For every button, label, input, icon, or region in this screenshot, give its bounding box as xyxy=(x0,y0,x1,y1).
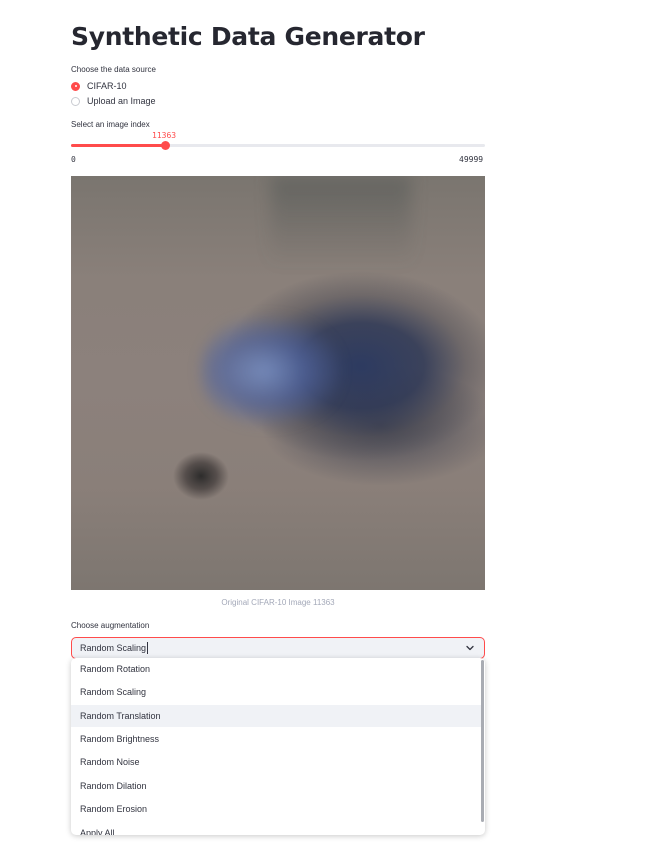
data-source-label: Choose the data source xyxy=(71,65,156,74)
slider-max-label: 49999 xyxy=(459,155,484,164)
option-random-dilation[interactable]: Random Dilation xyxy=(71,775,481,797)
option-apply-all[interactable]: Apply All xyxy=(71,822,481,835)
radio-unchecked-icon[interactable] xyxy=(71,96,80,106)
slider-min-label: 0 xyxy=(71,155,76,164)
slider-value: 11363 xyxy=(152,131,177,140)
augmentation-select[interactable]: Random Scaling xyxy=(71,637,485,659)
image-index-label: Select an image index xyxy=(71,120,150,129)
augmentation-select-value[interactable]: Random Scaling xyxy=(80,643,146,653)
augmentation-label: Choose augmentation xyxy=(71,621,150,630)
radio-checked-icon[interactable] xyxy=(71,81,80,91)
slider-fill xyxy=(71,144,165,147)
text-caret xyxy=(147,642,149,654)
slider-thumb[interactable] xyxy=(160,141,170,150)
cifar-image xyxy=(71,176,485,590)
radio-cifar10[interactable]: CIFAR-10 xyxy=(71,79,127,93)
image-index-slider[interactable] xyxy=(71,141,485,150)
option-random-scaling[interactable]: Random Scaling xyxy=(71,681,481,703)
radio-cifar10-label: CIFAR-10 xyxy=(87,81,127,91)
option-random-translation[interactable]: Random Translation xyxy=(71,705,481,727)
radio-upload-image-label: Upload an Image xyxy=(87,96,156,106)
augmentation-dropdown-menu: Random Rotation Random Scaling Random Tr… xyxy=(71,658,485,835)
image-caption: Original CIFAR-10 Image 11363 xyxy=(221,598,335,607)
radio-upload-image[interactable]: Upload an Image xyxy=(71,94,156,108)
option-random-rotation[interactable]: Random Rotation xyxy=(71,658,481,680)
chevron-down-icon[interactable] xyxy=(465,643,475,653)
page-title: Synthetic Data Generator xyxy=(71,22,425,51)
option-random-erosion[interactable]: Random Erosion xyxy=(71,798,481,820)
option-random-brightness[interactable]: Random Brightness xyxy=(71,728,481,750)
dropdown-scrollbar[interactable] xyxy=(481,660,484,822)
option-random-noise[interactable]: Random Noise xyxy=(71,751,481,773)
